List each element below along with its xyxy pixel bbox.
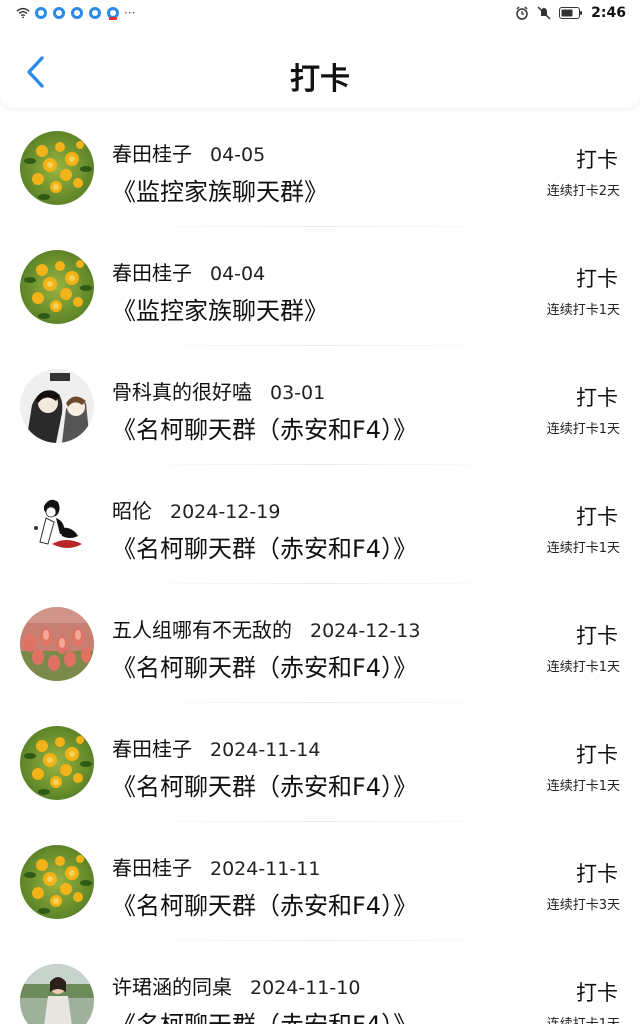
user-name: 春田桂子: [112, 261, 192, 285]
list-item[interactable]: 春田桂子 04-05 《监控家族聊天群》 打卡连续打卡2天: [0, 108, 640, 227]
user-name: 许珺涵的同桌: [112, 975, 232, 999]
list-item[interactable]: 昭伦 2024-12-19 《名柯聊天群（赤安和F4）》 打卡连续打卡1天: [0, 465, 640, 584]
avatar[interactable]: [20, 369, 94, 443]
checkin-button[interactable]: 打卡: [576, 858, 618, 888]
more-notifications-indicator: ···: [124, 6, 136, 20]
streak-label: 连续打卡1天: [547, 1013, 620, 1024]
checkin-list: 春田桂子 04-05 《监控家族聊天群》 打卡 连续打卡2天 春田桂子 04-04 《监控家族…: [0, 108, 640, 1024]
user-line: 许珺涵的同桌 2024-11-10: [112, 971, 360, 1000]
user-line: 春田桂子 2024-11-14: [112, 733, 320, 762]
list-item[interactable]: 骨科真的很好嗑 03-01 《名柯聊天群（赤安和F4）》 打卡连续打卡1天: [0, 346, 640, 465]
checkin-button[interactable]: 打卡: [576, 977, 618, 1007]
avatar[interactable]: [20, 964, 94, 1024]
page-title: 打卡: [290, 62, 350, 97]
streak-label: 连续打卡1天: [546, 541, 620, 556]
streak-label: 连续打卡1天: [546, 660, 620, 675]
checkin-button[interactable]: 打卡: [576, 144, 618, 174]
mute-icon: [537, 6, 551, 20]
user-line: 春田桂子 04-05: [112, 138, 265, 167]
user-name: 昭伦: [112, 499, 152, 523]
checkin-date: 04-04: [210, 263, 266, 285]
list-item[interactable]: 春田桂子 2024-11-11 《名柯聊天群（赤安和F4）》 打卡连续打卡3天: [0, 822, 640, 941]
avatar[interactable]: [20, 607, 94, 681]
avatar[interactable]: [20, 131, 94, 205]
list-item[interactable]: 五人组哪有不无敌的 2024-12-13 《名柯聊天群（赤安和F4）》 打卡连续打卡1…: [0, 584, 640, 703]
group-name: 《名柯聊天群（赤安和F4）》: [112, 535, 418, 563]
checkin-button[interactable]: 打卡: [576, 620, 618, 650]
streak-label: 连续打卡2天: [546, 184, 620, 199]
checkin-button[interactable]: 打卡: [576, 739, 618, 769]
app-notification-icon: [70, 6, 84, 20]
list-item[interactable]: 许珺涵的同桌 2024-11-10 《名柯聊天群（赤安和F4）》 打卡连续打卡1天: [0, 941, 640, 1024]
wifi-icon: [16, 6, 30, 20]
checkin-button[interactable]: 打卡: [576, 382, 618, 412]
header: 打卡: [0, 26, 640, 108]
group-name: 《监控家族聊天群》: [112, 297, 328, 325]
group-name: 《名柯聊天群（赤安和F4）》: [112, 416, 418, 444]
avatar[interactable]: [20, 726, 94, 800]
group-name: 《名柯聊天群（赤安和F4）》: [112, 773, 418, 801]
status-right: 2:46: [515, 5, 640, 21]
status-left: ···: [0, 6, 135, 20]
user-line: 春田桂子 04-04: [112, 257, 265, 286]
user-line: 昭伦 2024-12-19: [112, 495, 280, 524]
group-name: 《名柯聊天群（赤安和F4）》: [112, 654, 418, 682]
list-item[interactable]: 春田桂子 2024-11-14 《名柯聊天群（赤安和F4）》 打卡连续打卡1天: [0, 703, 640, 822]
avatar[interactable]: [20, 845, 94, 919]
user-line: 五人组哪有不无敌的 2024-12-13: [112, 614, 420, 643]
user-line: 春田桂子 2024-11-11: [112, 852, 320, 881]
checkin-date: 2024-11-10: [250, 977, 361, 999]
streak-label: 连续打卡1天: [546, 779, 620, 794]
app-notification-icon: [34, 6, 48, 20]
streak-label: 连续打卡1天: [546, 303, 620, 318]
group-name: 《监控家族聊天群》: [112, 178, 328, 206]
list-item[interactable]: 春田桂子 04-04 《监控家族聊天群》 打卡连续打卡1天: [0, 227, 640, 346]
streak-label: 连续打卡3天: [546, 898, 620, 913]
checkin-date: 2024-12-13: [310, 620, 421, 642]
user-name: 春田桂子: [112, 737, 192, 761]
checkin-date: 04-05: [210, 144, 266, 166]
checkin-button[interactable]: 打卡: [576, 263, 618, 293]
user-name: 五人组哪有不无敌的: [112, 618, 292, 642]
app-notification-icon: [52, 6, 66, 20]
user-name: 春田桂子: [112, 856, 192, 880]
battery-icon: [559, 6, 583, 20]
app-notification-icon: [88, 6, 102, 20]
group-name: 《名柯聊天群（赤安和F4）》: [112, 1005, 417, 1024]
status-bar: ··· 2:46: [0, 0, 640, 26]
checkin-date: 2024-11-11: [210, 858, 321, 880]
user-line: 骨科真的很好嗑 03-01: [112, 376, 325, 405]
app-notification-icon: [106, 6, 120, 20]
streak-label: 连续打卡1天: [546, 422, 620, 437]
checkin-date: 2024-12-19: [170, 501, 281, 523]
status-time: 2:46: [591, 5, 626, 21]
user-name: 骨科真的很好嗑: [112, 380, 252, 404]
avatar[interactable]: [20, 250, 94, 324]
user-name: 春田桂子: [112, 142, 192, 166]
checkin-date: 03-01: [270, 382, 326, 404]
group-name: 《名柯聊天群（赤安和F4）》: [112, 892, 418, 920]
avatar[interactable]: [20, 488, 94, 562]
checkin-date: 2024-11-14: [210, 739, 321, 761]
alarm-icon: [515, 6, 529, 20]
checkin-button[interactable]: 打卡: [576, 501, 618, 531]
